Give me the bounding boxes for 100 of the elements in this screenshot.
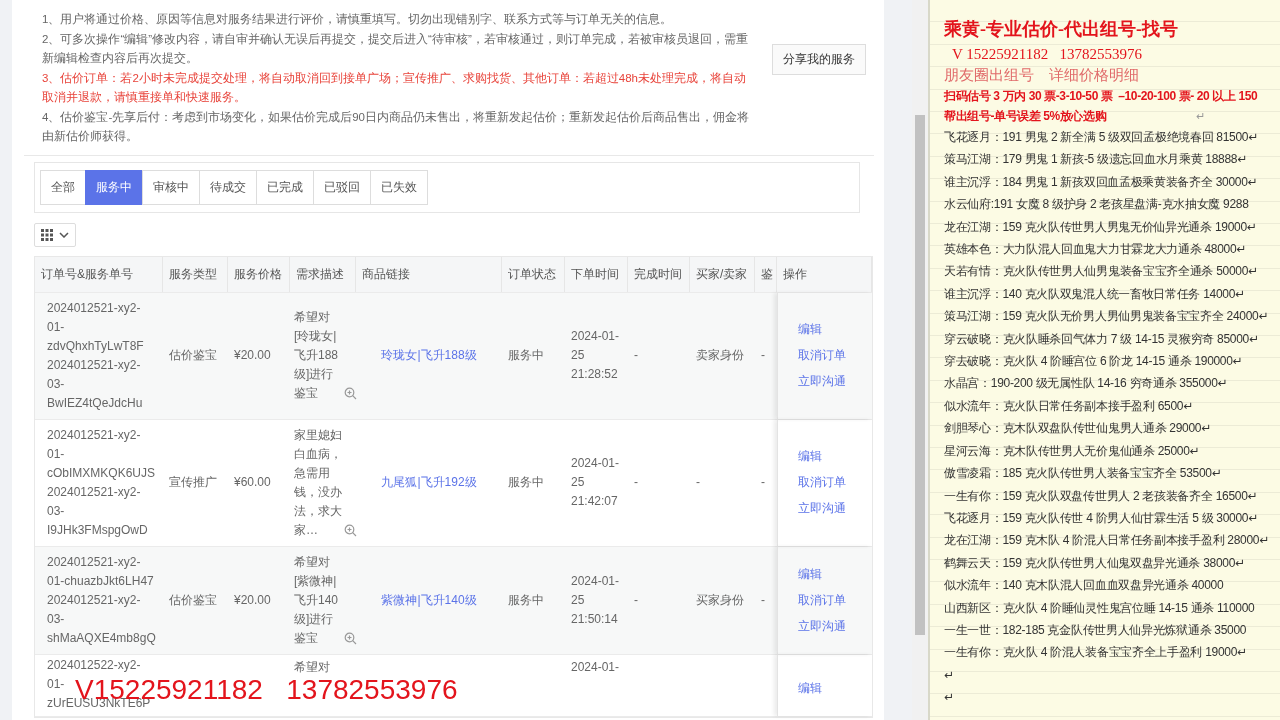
order-number: 2024012521-xy2- [47, 483, 141, 501]
grid-icon [41, 228, 53, 241]
status-tab[interactable]: 全部 [40, 169, 86, 205]
paragraph-mark: ↵ [1196, 109, 1206, 124]
zoom-in-icon[interactable] [344, 387, 357, 400]
price-entry: 穿去破晓：克火队 4 阶睡宫位 6 阶龙 14-15 通杀 190000↵ [944, 354, 1243, 369]
order-status: 服务中 [508, 347, 544, 364]
action-link[interactable]: 编辑 [798, 320, 822, 339]
column-header: 服务价格 [228, 256, 290, 292]
table-cell-text: - [761, 591, 765, 609]
product-link[interactable]: 玲珑女|飞升188级 [381, 346, 477, 365]
request-description: 家里媳妇白血病，急需用钱，没办法，求大家… [294, 426, 342, 539]
share-button[interactable]: 分享我的服务 [772, 44, 866, 75]
status-tab[interactable]: 审核中 [142, 169, 200, 205]
request-description: 希望对 [294, 658, 331, 676]
price-entry: 谁主沉浮：140 克火队双鬼混人统一畜牧日常任务 14000↵ [944, 286, 1245, 301]
finish-time: - [634, 474, 638, 491]
product-link[interactable]: 九尾狐|飞升192级 [381, 473, 477, 492]
price-entry: 似水流年：克火队日常任务副本接手盈利 6500↵ [944, 398, 1193, 413]
finish-time: - [634, 347, 638, 364]
column-header: 买家/卖家 [690, 256, 755, 292]
user-role: - [696, 474, 700, 491]
order-status: 服务中 [508, 591, 544, 609]
action-link[interactable]: 取消订单 [798, 590, 846, 610]
status-tab[interactable]: 已失效 [370, 169, 428, 205]
order-number: 03- [47, 610, 65, 628]
notes-title: 乘黄-专业估价-代出组号-找号 [944, 18, 1179, 41]
order-number: cObIMXMKQK6UJS [47, 464, 156, 482]
notice-text: 3、估价订单：若2小时未完成提交处理，将自动取消回到接单广场；宣传推广、求购找货、其他订单：若超过48h未处理完成，将自动取消并退款，请慎重接单和快速服务。 [42, 70, 747, 105]
order-number: 2024012522-xy2- [47, 657, 141, 672]
price-entry: 一生有你：159 克火队双盘传世男人 2 老孩装备齐全 16500↵ [944, 488, 1258, 503]
action-link[interactable]: 编辑 [798, 678, 822, 698]
column-header: 需求描述 [290, 256, 356, 292]
column-header: 服务类型 [163, 256, 228, 292]
finish-time: - [634, 591, 638, 609]
notes-subtitle: 朋友圈出组号 详细价格明细 [944, 66, 1140, 85]
status-tab[interactable]: 待成交 [199, 169, 257, 205]
order-time: 2024-01-25 21:50:14 [571, 572, 621, 628]
column-picker-button[interactable] [34, 222, 76, 247]
price-entry: 飞花逐月：159 克火队传世 4 阶男人仙甘霖生活 5 级 30000↵ [944, 510, 1258, 525]
request-description: 希望对[玲珑女|飞升188级]进行鉴宝 [294, 309, 340, 402]
status-tab[interactable]: 已驳回 [313, 169, 371, 205]
price-entry: 穿云破晓：克火队睡杀回气体力 7 级 14-15 灵猴穷奇 85000↵ [944, 331, 1259, 346]
order-number: I9JHk3FMspgOwD [47, 521, 148, 539]
price-entry: 策马江湖：179 男鬼 1 新孩-5 级遗忘回血水月乘黄 18888↵ [944, 152, 1247, 167]
service-type: 宣传推广 [169, 474, 217, 491]
order-number: shMaAQXE4mb8gQ [47, 629, 156, 647]
price-entry: 傲雪凌霜：185 克火队传世男人装备宝宝齐全 53500↵ [944, 466, 1222, 481]
column-header: 鉴 [755, 256, 777, 292]
column-header: 操作 [777, 256, 872, 292]
order-number: 03- [47, 375, 65, 393]
order-number: 2024012521-xy2- [47, 591, 141, 609]
order-number: zdvQhxhTyLwT8F [47, 337, 144, 355]
zoom-in-icon[interactable] [344, 631, 357, 645]
order-number: 2024012521-xy2- [47, 356, 141, 374]
service-type: 估价鉴宝 [169, 591, 217, 609]
scrollbar[interactable] [912, 0, 928, 720]
service-price: ¥60.00 [234, 474, 271, 491]
price-entry: ↵ [944, 690, 954, 705]
price-entry: 水云仙府:191 女魔 8 级护身 2 老孩星盘满-克水抽女魔 9288 [944, 197, 1249, 212]
status-tab[interactable]: 已完成 [256, 169, 314, 205]
action-link[interactable]: 立即沟通 [798, 499, 846, 518]
price-entry: 一生有你：克火队 4 阶混人装备宝宝齐全上手盈利 19000↵ [944, 645, 1247, 660]
service-type: 估价鉴宝 [169, 347, 217, 364]
action-link[interactable]: 取消订单 [798, 346, 846, 365]
price-entry: 龙在江湖：159 克木队 4 阶混人日常任务副本接手盈利 28000↵ [944, 533, 1269, 548]
price-entry: 一生一世：182-185 克金队传世男人仙异光炼狱通杀 35000 [944, 622, 1247, 637]
order-number: 01- [47, 318, 65, 336]
price-entry: 策马江湖：159 克火队无价男人男仙男鬼装备宝宝齐全 24000↵ [944, 309, 1269, 324]
order-number: 01- [47, 676, 65, 691]
action-link[interactable]: 编辑 [798, 447, 822, 466]
price-entry: 剑胆琴心：克木队双盘队传世仙鬼男人通杀 29000↵ [944, 421, 1211, 436]
column-header: 下单时间 [565, 256, 628, 292]
notice-text: 4、估价鉴宝-先享后付：考虑到市场变化，如果估价完成后90日内商品仍未售出，将重新发起估价；重新发起估价后商品售出，佣金将由新估价师获得。 [42, 109, 751, 144]
order-time: 2024-01-25 21:42:07 [571, 455, 621, 510]
table-cell-text: - [761, 474, 765, 491]
order-number: 01-chuazbJkt6LH47 [47, 572, 154, 590]
price-entry: 星河云海：克木队传世男人无价鬼仙通杀 25000↵ [944, 443, 1200, 458]
chevron-down-icon [59, 231, 69, 238]
product-link[interactable]: 紫微神|飞升140级 [381, 590, 477, 610]
price-entry: 龙在江湖：159 克火队传世男人男鬼无价仙异光通杀 19000↵ [944, 219, 1257, 234]
request-description: 希望对[紫微神|飞升140级]进行鉴宝 [294, 553, 340, 647]
zoom-in-icon[interactable] [344, 523, 357, 537]
user-role: 卖家身份 [696, 347, 744, 364]
table-cell-text: - [761, 347, 765, 364]
column-header: 完成时间 [628, 256, 690, 292]
service-price: ¥20.00 [234, 347, 271, 364]
column-header: 订单状态 [502, 256, 565, 292]
price-entry: 水晶宫：190-200 级无属性队 14-16 穷奇通杀 355000↵ [944, 376, 1228, 391]
column-header: 商品链接 [356, 256, 502, 292]
action-link[interactable]: 立即沟通 [798, 616, 846, 636]
action-link[interactable]: 立即沟通 [798, 372, 846, 391]
price-entry: 英雄本色：大力队混人回血鬼大力甘霖龙大力通杀 48000↵ [944, 242, 1247, 257]
action-link[interactable]: 取消订单 [798, 473, 846, 492]
notes-phone: V 15225921182 13782553976 [951, 45, 1143, 64]
action-link[interactable]: 编辑 [798, 564, 822, 584]
notice-text: 1、用户将通过价格、原因等信息对服务结果进行评价，请慎重填写。切勿出现错别字、联系方式等与订单无关的信息。 [42, 12, 674, 27]
status-tab[interactable]: 服务中 [85, 169, 143, 205]
notice-text: 2、可多次操作“编辑”修改内容，请自审并确认无误后再提交，提交后进入“待审核”，若审核通过，则订单完成，若被审核员退回，需重新编辑检查内容后再次提交。 [42, 31, 749, 66]
pricing-text: 扫码估号 3 万内 30 票-3-10-50 票 –10-20-100 票- 20 以上 150 [944, 88, 1258, 105]
